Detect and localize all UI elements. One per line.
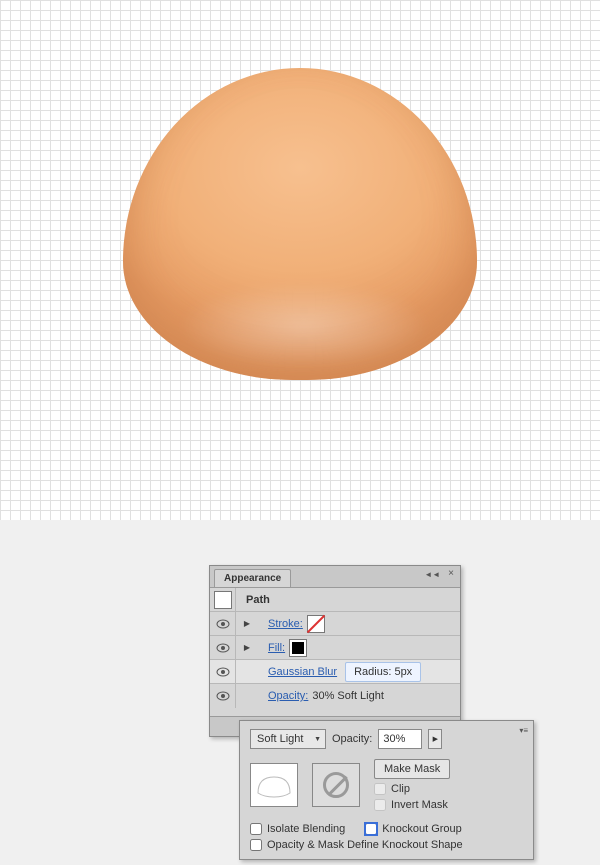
opacity-value: 30% Soft Light xyxy=(308,690,384,702)
visibility-toggle[interactable] xyxy=(210,660,236,683)
panel-menu-icon[interactable]: ▾≡ xyxy=(517,724,530,737)
mask-thumbnail[interactable] xyxy=(312,763,360,807)
object-thumbnail[interactable] xyxy=(250,763,298,807)
isolate-blending-checkbox[interactable]: Isolate Blending xyxy=(250,823,345,835)
effect-row[interactable]: Gaussian Blur Radius: 5px xyxy=(210,660,460,684)
opacity-label: Opacity: xyxy=(332,733,372,745)
opacity-stepper[interactable]: ▶ xyxy=(428,729,442,749)
fill-row[interactable]: ▶ Fill: xyxy=(210,636,460,660)
expand-icon[interactable]: ▶ xyxy=(244,643,250,652)
panel-menu-icon[interactable]: ◄◄ xyxy=(422,568,442,581)
visibility-toggle[interactable] xyxy=(210,684,236,708)
artboard-canvas[interactable] xyxy=(0,0,600,520)
make-mask-button[interactable]: Make Mask xyxy=(374,759,450,779)
effect-radius-badge[interactable]: Radius: 5px xyxy=(345,662,421,682)
stroke-swatch-none[interactable] xyxy=(307,615,325,633)
object-thumb-icon xyxy=(214,591,232,609)
panel-close-icon[interactable]: × xyxy=(444,568,458,581)
clip-checkbox: Clip xyxy=(374,783,450,795)
expand-icon[interactable]: ▶ xyxy=(244,619,250,628)
visibility-toggle[interactable] xyxy=(210,636,236,659)
shape-highlight xyxy=(177,282,431,370)
effect-name[interactable]: Gaussian Blur xyxy=(262,666,337,678)
appearance-tab[interactable]: Appearance xyxy=(214,569,291,587)
object-type-label: Path xyxy=(236,594,270,606)
blend-mode-select[interactable]: Soft Light xyxy=(250,729,326,749)
fill-label[interactable]: Fill: xyxy=(262,642,285,654)
fill-swatch[interactable] xyxy=(289,639,307,657)
knockout-group-checkbox[interactable]: Knockout Group xyxy=(365,823,462,835)
invert-mask-checkbox: Invert Mask xyxy=(374,799,450,811)
opacity-row[interactable]: Opacity: 30% Soft Light xyxy=(210,684,460,708)
opacity-label[interactable]: Opacity: xyxy=(262,690,308,702)
transparency-panel: ▾≡ Soft Light Opacity: 30% ▶ Make Mask C… xyxy=(239,720,534,860)
no-mask-icon xyxy=(323,772,349,798)
opacity-input[interactable]: 30% xyxy=(378,729,422,749)
thumbnail-shape-icon xyxy=(254,771,294,799)
stroke-label[interactable]: Stroke: xyxy=(262,618,303,630)
appearance-panel: ◄◄ × Appearance Path ▶ Stroke: ▶ Fill: G… xyxy=(209,565,461,737)
opacity-mask-define-checkbox[interactable]: Opacity & Mask Define Knockout Shape xyxy=(250,839,463,851)
target-row[interactable]: Path xyxy=(210,588,460,612)
path-shape[interactable] xyxy=(123,68,477,380)
stroke-row[interactable]: ▶ Stroke: xyxy=(210,612,460,636)
visibility-toggle[interactable] xyxy=(210,612,236,635)
